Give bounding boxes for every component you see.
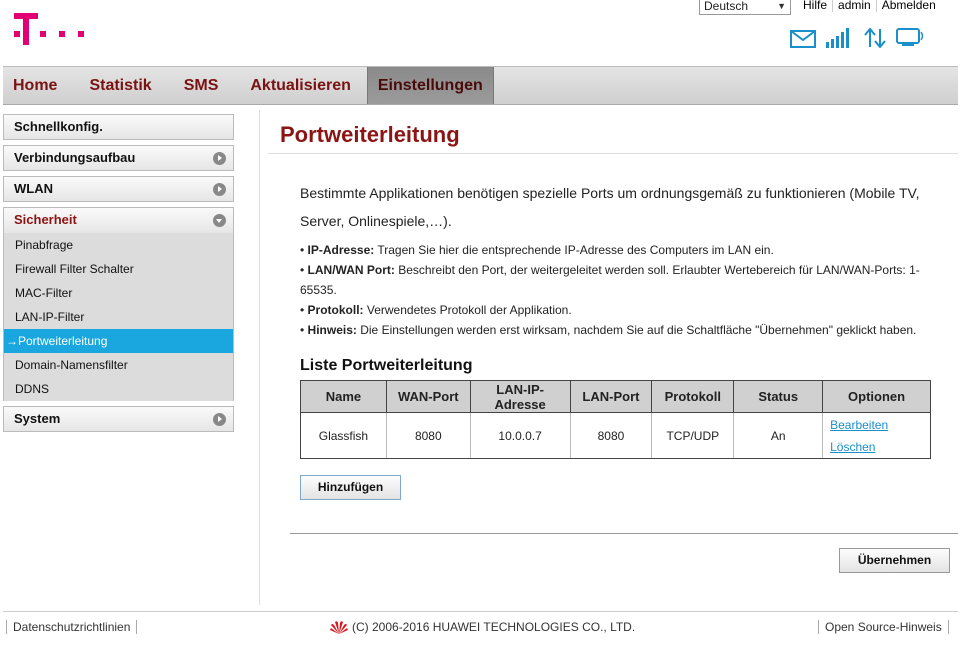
language-select-value: Deutsch (704, 0, 749, 13)
signal-icon (826, 28, 849, 48)
telekom-logo (14, 13, 84, 45)
chevron-right-icon (213, 152, 226, 165)
top-links: Hilfe admin Abmelden (798, 0, 941, 12)
sidebar-item-sicherheit[interactable]: Sicherheit (3, 207, 234, 233)
cell-options: Bearbeiten Löschen (822, 412, 931, 459)
chevron-right-icon (213, 183, 226, 196)
sidebar-subitem-domain-filter[interactable]: Domain-Namensfilter (4, 353, 233, 377)
sidebar-item-label: System (14, 411, 61, 426)
content-divider (259, 110, 260, 605)
nav-statistik[interactable]: Statistik (73, 67, 167, 104)
help-link[interactable]: Hilfe (798, 0, 832, 12)
apply-button[interactable]: Übernehmen (839, 548, 950, 573)
table-header-row: Name WAN-Port LAN-IP-Adresse LAN-Port Pr… (300, 380, 931, 413)
nav-sms[interactable]: SMS (168, 67, 235, 104)
privacy-link[interactable]: Datenschutzrichtlinien (6, 620, 138, 634)
sidebar-subitem-mac-filter[interactable]: MAC-Filter (4, 281, 233, 305)
column-header: LAN-Port (569, 380, 653, 413)
sidebar-item-label: Verbindungsaufbau (14, 150, 136, 165)
main-nav: Home Statistik SMS Aktualisieren Einstel… (3, 66, 958, 105)
divider (290, 533, 958, 534)
data-transfer-icon (864, 28, 886, 48)
cell-lan-ip: 10.0.0.7 (469, 412, 571, 459)
help-item: LAN/WAN Port: Beschreibt den Port, der w… (300, 260, 945, 300)
cell-status: An (733, 412, 823, 459)
sidebar-subitem-firewall[interactable]: Firewall Filter Schalter (4, 257, 233, 281)
nav-aktualisieren[interactable]: Aktualisieren (234, 67, 366, 104)
sidebar-subitem-pinabfrage[interactable]: Pinabfrage (4, 233, 233, 257)
page-title: Portweiterleitung (280, 122, 460, 147)
logout-link[interactable]: Abmelden (877, 0, 941, 12)
sidebar-item-system[interactable]: System (3, 406, 234, 432)
help-item: Protokoll: Verwendetes Protokoll der App… (300, 300, 945, 320)
list-title: Liste Portweiterleitung (300, 357, 473, 374)
sidebar-item-wlan[interactable]: WLAN (3, 176, 234, 202)
sidebar-item-label: WLAN (14, 181, 53, 196)
language-select[interactable]: Deutsch ▼ (699, 0, 791, 15)
divider (3, 611, 958, 612)
copyright: (C) 2006-2016 HUAWEI TECHNOLOGIES CO., L… (330, 620, 635, 634)
add-button[interactable]: Hinzufügen (300, 475, 401, 500)
cell-name: Glassfish (300, 412, 387, 459)
edit-link[interactable]: Bearbeiten (830, 414, 930, 436)
sidebar: Schnellkonfig. Verbindungsaufbau WLAN Si… (3, 114, 234, 437)
sidebar-item-verbindungsaufbau[interactable]: Verbindungsaufbau (3, 145, 234, 171)
monitor-icon[interactable] (896, 28, 926, 48)
column-header: Optionen (822, 380, 931, 413)
cell-lan-port: 8080 (569, 412, 652, 459)
copyright-text: (C) 2006-2016 HUAWEI TECHNOLOGIES CO., L… (352, 620, 636, 634)
column-header: Protokoll (651, 380, 735, 413)
chevron-down-icon: ▼ (777, 1, 786, 11)
divider (268, 153, 958, 154)
column-header: Status (733, 380, 824, 413)
cell-protocol: TCP/UDP (651, 412, 734, 459)
delete-link[interactable]: Löschen (830, 436, 930, 458)
mail-icon[interactable] (790, 30, 816, 48)
open-source-link[interactable]: Open Source-Hinweis (818, 620, 949, 634)
port-forwarding-table: Name WAN-Port LAN-IP-Adresse LAN-Port Pr… (300, 380, 931, 459)
sidebar-subitem-lan-ip-filter[interactable]: LAN-IP-Filter (4, 305, 233, 329)
cell-wan-port: 8080 (385, 412, 471, 459)
sidebar-item-schnellkonfig[interactable]: Schnellkonfig. (3, 114, 234, 140)
sidebar-subitem-ddns[interactable]: DDNS (4, 377, 233, 401)
table-row: Glassfish 8080 10.0.0.7 8080 TCP/UDP An … (300, 412, 931, 459)
column-header: Name (300, 380, 387, 413)
column-header: WAN-Port (385, 380, 471, 413)
sidebar-item-label: Schnellkonfig. (14, 119, 103, 134)
help-list: IP-Adresse: Tragen Sie hier die entsprec… (300, 240, 945, 340)
sidebar-subitem-portweiterleitung[interactable]: →Portweiterleitung (4, 329, 233, 353)
status-icons (790, 28, 926, 48)
help-item: IP-Adresse: Tragen Sie hier die entsprec… (300, 240, 945, 260)
nav-home[interactable]: Home (3, 67, 73, 104)
user-link[interactable]: admin (833, 0, 876, 12)
chevron-right-icon (213, 413, 226, 426)
sidebar-item-label: Sicherheit (14, 212, 77, 227)
help-item: Hinweis: Die Einstellungen werden erst w… (300, 320, 945, 340)
chevron-down-icon (213, 214, 226, 227)
intro-text: Bestimmte Applikationen benötigen spezie… (300, 185, 920, 229)
nav-einstellungen[interactable]: Einstellungen (366, 67, 494, 104)
column-header: LAN-IP-Adresse (469, 380, 571, 413)
huawei-logo-icon (330, 621, 348, 634)
sidebar-submenu-sicherheit: Pinabfrage Firewall Filter Schalter MAC-… (3, 233, 234, 401)
